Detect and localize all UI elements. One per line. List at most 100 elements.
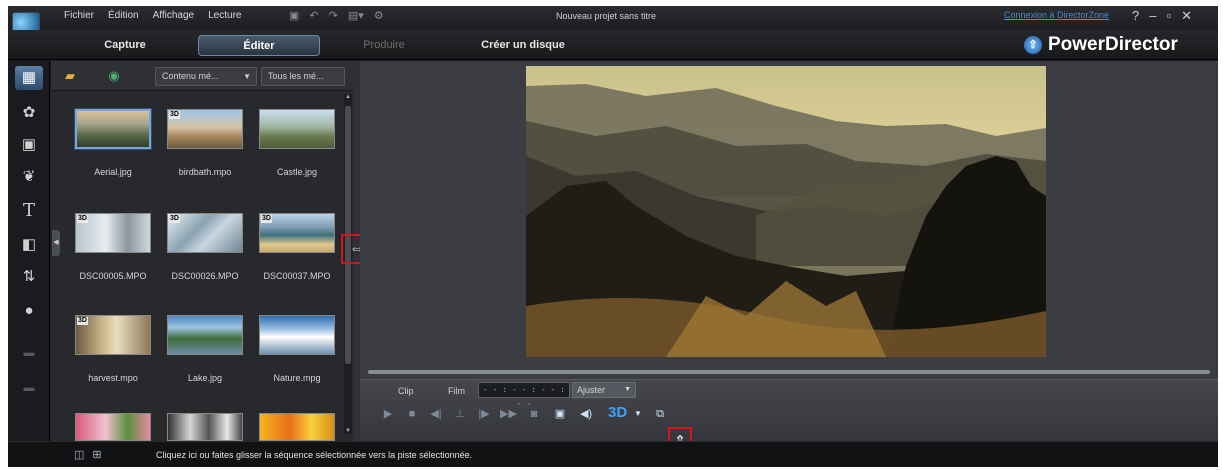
landscape-image (526, 66, 1046, 357)
media-room-icon[interactable]: ▦ (15, 66, 43, 90)
pip-room-icon[interactable]: ▣ (15, 133, 43, 157)
media-thumbnail[interactable] (259, 315, 335, 355)
chevron-down-icon: ▼ (624, 386, 631, 393)
particle-room-icon[interactable]: ❦ (15, 165, 43, 189)
media-caption: Castle.jpg (276, 167, 318, 177)
close-button[interactable]: ✕ (1181, 8, 1192, 24)
upgrade-icon[interactable]: ⇧ (1024, 36, 1042, 54)
scroll-up-icon[interactable]: ▲ (344, 94, 352, 100)
media-caption: birdbath.mpo (178, 167, 232, 177)
3d-mode-icon[interactable]: 3D (608, 404, 627, 421)
help-button[interactable]: ? (1132, 8, 1139, 24)
media-thumbnail[interactable] (259, 109, 335, 149)
next-frame-icon[interactable]: |▶ (476, 406, 492, 422)
undo-icon[interactable]: ↶ (309, 9, 318, 22)
split-icon[interactable]: ⊥ (452, 406, 468, 422)
mode-bar: Capture Éditer Produire Créer un disque … (8, 30, 1218, 60)
library-scrollbar[interactable]: ▲ ▼ (344, 94, 352, 434)
media-caption: DSC00037.MPO (263, 271, 331, 281)
chevron-down-icon: ▼ (243, 72, 251, 81)
quick-access-toolbar: ▣ ↶ ↷ ▤▾ ⚙ (289, 9, 384, 22)
fast-forward-icon[interactable]: ▶▶ (500, 406, 517, 422)
preview-seek-bar[interactable] (368, 370, 1210, 374)
title-bar: Fichier Édition Affichage Lecture ▣ ↶ ↷ … (8, 6, 1218, 30)
status-message: Cliquez ici ou faites glisser la séquenc… (156, 450, 473, 460)
tab-create-disc[interactable]: Créer un disque (464, 35, 582, 56)
media-caption: harvest.mpo (88, 373, 138, 383)
tab-edit[interactable]: Éditer (198, 35, 320, 56)
title-room-icon[interactable]: T (15, 199, 43, 223)
media-thumbnail[interactable] (167, 315, 243, 355)
tab-produce[interactable]: Produire (338, 35, 430, 56)
badge-3d: 3D (169, 111, 180, 119)
playback-controls: Clip Film - - : - - : - - : - - Ajuster … (360, 379, 1218, 441)
menu-view[interactable]: Affichage (153, 10, 195, 21)
window-title: Nouveau projet sans titre (556, 11, 657, 21)
snapshot-icon[interactable]: ◙ (526, 406, 542, 422)
undock-preview-icon[interactable]: ⧉ (652, 406, 668, 422)
audio-mixing-icon[interactable]: ⇅ (15, 265, 43, 289)
media-filter-value: Contenu mé... (162, 71, 219, 81)
menu-file[interactable]: Fichier (64, 10, 94, 21)
subtitle-room-icon[interactable]: ▬ (15, 376, 43, 400)
timecode-display[interactable]: - - : - - : - - : - - (478, 382, 570, 408)
movie-mode-button[interactable]: Film (448, 386, 465, 396)
zoom-dropdown[interactable]: Ajuster ▼ (572, 382, 636, 398)
powerdirector-window: Fichier Édition Affichage Lecture ▣ ↶ ↷ … (8, 6, 1218, 467)
room-toolbar: ▦ ✿ ▣ ❦ T ◧ ⇅ ● ▬ ▬ (8, 61, 50, 441)
timeline-view-icon[interactable]: ◫ (74, 448, 84, 461)
badge-3d: 3D (261, 215, 272, 223)
media-thumbnail[interactable]: 3D (75, 315, 151, 355)
badge-3d: 3D (169, 215, 180, 223)
media-thumbnail[interactable]: 3D (75, 213, 151, 253)
directorzone-link[interactable]: Connexion à DirectorZone (1004, 10, 1109, 20)
save-icon[interactable]: ▣ (289, 9, 299, 22)
voiceover-icon[interactable]: ● (15, 299, 43, 323)
media-thumbnail[interactable] (75, 109, 151, 149)
preview-panel (360, 61, 1218, 379)
previous-frame-icon[interactable]: ◀| (428, 406, 444, 422)
badge-3d: 3D (77, 317, 88, 325)
settings-icon[interactable]: ⚙ (374, 9, 384, 22)
window-controls: ? – ▫ ✕ (1132, 8, 1192, 24)
media-thumbnail[interactable]: 3D (167, 109, 243, 149)
download-media-icon[interactable]: ◉ (103, 68, 125, 84)
volume-icon[interactable]: ◀) (578, 406, 594, 422)
scroll-down-icon[interactable]: ▼ (344, 428, 352, 434)
media-thumbnail[interactable]: 3D (167, 213, 243, 253)
menu-playback[interactable]: Lecture (208, 10, 241, 21)
media-caption: Lake.jpg (187, 373, 223, 383)
menu-bar: Fichier Édition Affichage Lecture (64, 10, 241, 21)
brand-name: PowerDirector (1048, 34, 1178, 55)
library-toolbar: ▰ ◉ Contenu mé... ▼ Tous les mé... (51, 61, 353, 91)
preview-quality-icon[interactable]: ▣ (552, 406, 568, 422)
import-folder-icon[interactable]: ▰ (59, 68, 81, 84)
tab-capture[interactable]: Capture (70, 35, 180, 56)
media-thumbnail[interactable] (259, 413, 335, 441)
minimize-button[interactable]: – (1149, 8, 1156, 24)
media-caption: DSC00026.MPO (171, 271, 239, 281)
zoom-value: Ajuster (577, 385, 606, 395)
media-caption: DSC00005.MPO (79, 271, 147, 281)
media-sort-value: Tous les mé... (268, 71, 324, 81)
3d-dropdown-icon[interactable]: ▼ (630, 406, 646, 422)
collapse-panel-button[interactable]: ◀ (52, 230, 60, 256)
stop-icon[interactable]: ■ (404, 406, 420, 422)
restore-button[interactable]: ▫ (1166, 8, 1171, 24)
menu-edit[interactable]: Édition (108, 10, 139, 21)
media-caption: Aerial.jpg (94, 167, 132, 177)
clip-mode-button[interactable]: Clip (398, 386, 414, 396)
media-filter-dropdown[interactable]: Contenu mé... ▼ (155, 67, 257, 86)
chapter-room-icon[interactable]: ▬ (15, 341, 43, 365)
transition-room-icon[interactable]: ◧ (15, 233, 43, 257)
storyboard-view-icon[interactable]: ⊞ (92, 448, 101, 461)
media-thumbnail[interactable]: 3D (259, 213, 335, 253)
media-thumbnail[interactable] (75, 413, 151, 441)
brand: ⇧ PowerDirector (1024, 34, 1178, 56)
effect-room-icon[interactable]: ✿ (15, 101, 43, 125)
layout-icon[interactable]: ▤▾ (348, 9, 364, 22)
media-sort-dropdown[interactable]: Tous les mé... (261, 67, 345, 86)
redo-icon[interactable]: ↷ (329, 9, 338, 22)
play-icon[interactable]: ▶ (380, 406, 396, 422)
media-thumbnail[interactable] (167, 413, 243, 441)
